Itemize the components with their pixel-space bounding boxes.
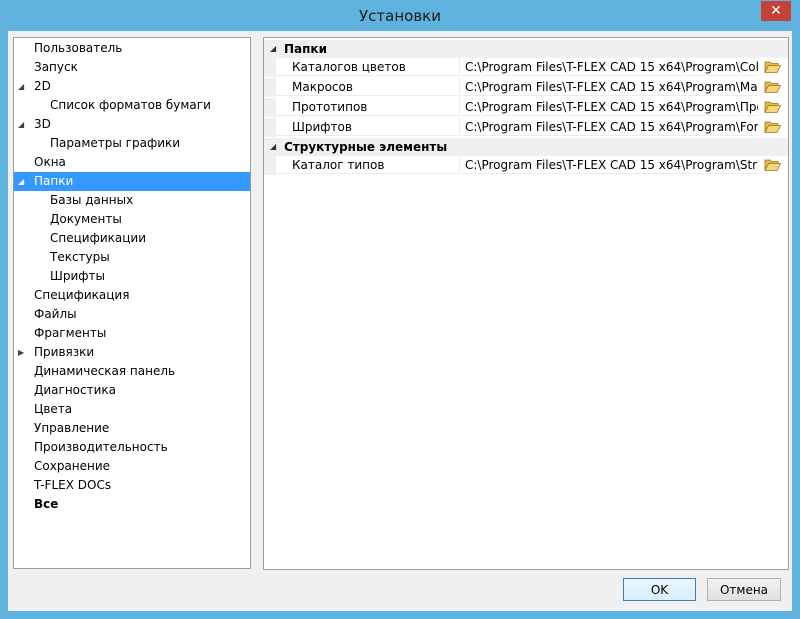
tree-item[interactable]: Файлы <box>14 305 250 324</box>
tree-item[interactable]: Текстуры <box>14 248 250 267</box>
tree-item[interactable]: Параметры графики <box>14 134 250 153</box>
tree-item[interactable]: Все <box>14 495 250 514</box>
category-label: Папки <box>284 42 327 56</box>
property-value[interactable]: C:\Program Files\T-FLEX CAD 15 x64\Progr… <box>461 118 758 136</box>
property-category[interactable]: ◢ Папки <box>264 40 788 58</box>
collapsed-triangle-icon[interactable]: ▶ <box>18 343 28 362</box>
property-value[interactable]: C:\Program Files\T-FLEX CAD 15 x64\Progr… <box>461 78 758 96</box>
property-row[interactable]: Макросов C:\Program Files\T-FLEX CAD 15 x… <box>264 78 788 97</box>
tree-item[interactable]: Диагностика <box>14 381 250 400</box>
tree-item-label: Папки <box>34 174 74 188</box>
tree-item-label: Управление <box>34 421 110 435</box>
tree-item[interactable]: Динамическая панель <box>14 362 250 381</box>
dialog-client-area: Пользователь Запуск ◢ 2D Список форматов бум… <box>8 31 792 611</box>
row-gutter <box>264 118 276 137</box>
tree-item-label: 2D <box>34 79 51 93</box>
property-name: Шрифтов <box>276 118 460 136</box>
tree-item-label: Диагностика <box>34 383 117 397</box>
tree-item-label: Текстуры <box>50 250 110 264</box>
row-gutter <box>264 78 276 97</box>
settings-tree[interactable]: Пользователь Запуск ◢ 2D Список форматов бум… <box>13 37 251 569</box>
tree-item[interactable]: Спецификация <box>14 286 250 305</box>
property-name: Прототипов <box>276 98 460 116</box>
tree-item-label: Все <box>34 497 59 511</box>
expanded-triangle-icon[interactable]: ◢ <box>270 138 276 156</box>
tree-item[interactable]: Сохранение <box>14 457 250 476</box>
tree-item-label: Запуск <box>34 60 78 74</box>
property-row[interactable]: Шрифтов C:\Program Files\T-FLEX CAD 15 x6… <box>264 118 788 137</box>
cancel-button[interactable]: Отмена <box>707 578 781 601</box>
tree-item[interactable]: Базы данных <box>14 191 250 210</box>
tree-item[interactable]: Документы <box>14 210 250 229</box>
property-grid[interactable]: ◢ Папки Каталогов цветов C:\Program Files\T… <box>263 37 789 570</box>
folder-open-icon[interactable] <box>764 158 782 172</box>
folder-open-icon[interactable] <box>764 60 782 74</box>
expanded-triangle-icon[interactable]: ◢ <box>18 172 28 191</box>
tree-item-label: Список форматов бумаги <box>50 98 211 112</box>
row-gutter <box>264 156 276 175</box>
property-name: Каталог типов <box>276 156 460 174</box>
tree-item-label: Шрифты <box>50 269 105 283</box>
property-row[interactable]: Каталогов цветов C:\Program Files\T-FLEX … <box>264 58 788 77</box>
tree-item-label: Параметры графики <box>50 136 181 150</box>
folder-open-icon[interactable] <box>764 100 782 114</box>
ok-button[interactable]: OK <box>623 578 696 601</box>
tree-item-label: Сохранение <box>34 459 111 473</box>
tree-item[interactable]: Управление <box>14 419 250 438</box>
expanded-triangle-icon[interactable]: ◢ <box>18 115 28 134</box>
tree-item-label: Пользователь <box>34 41 123 55</box>
property-value[interactable]: C:\Program Files\T-FLEX CAD 15 x64\Progr… <box>461 58 758 76</box>
tree-item[interactable]: Список форматов бумаги <box>14 96 250 115</box>
expanded-triangle-icon[interactable]: ◢ <box>270 40 276 58</box>
tree-item[interactable]: Спецификации <box>14 229 250 248</box>
tree-item[interactable]: Производительность <box>14 438 250 457</box>
category-label: Структурные элементы <box>284 140 448 154</box>
property-category[interactable]: ◢ Структурные элементы <box>264 138 788 156</box>
tree-item[interactable]: Окна <box>14 153 250 172</box>
tree-item[interactable]: Пользователь <box>14 39 250 58</box>
tree-item-label: Спецификация <box>34 288 130 302</box>
tree-item-label: Производительность <box>34 440 168 454</box>
tree-item[interactable]: ◢ 3D <box>14 115 250 134</box>
property-value[interactable]: C:\Program Files\T-FLEX CAD 15 x64\Progr… <box>461 98 758 116</box>
property-name: Макросов <box>276 78 460 96</box>
tree-item-label: Базы данных <box>50 193 134 207</box>
folder-open-icon[interactable] <box>764 80 782 94</box>
tree-item-label: Цвета <box>34 402 73 416</box>
close-icon: ✕ <box>770 3 782 19</box>
tree-item[interactable]: T-FLEX DOCs <box>14 476 250 495</box>
tree-item-label: Спецификации <box>50 231 146 245</box>
tree-item[interactable]: Фрагменты <box>14 324 250 343</box>
tree-item[interactable]: Запуск <box>14 58 250 77</box>
tree-item[interactable]: ◢ 2D <box>14 77 250 96</box>
tree-item-label: Фрагменты <box>34 326 107 340</box>
property-value[interactable]: C:\Program Files\T-FLEX CAD 15 x64\Progr… <box>461 156 758 174</box>
tree-item[interactable]: Шрифты <box>14 267 250 286</box>
tree-item-label: Окна <box>34 155 66 169</box>
folder-open-icon[interactable] <box>764 120 782 134</box>
tree-item-label: Файлы <box>34 307 77 321</box>
tree-item-label: Динамическая панель <box>34 364 176 378</box>
row-gutter <box>264 98 276 117</box>
window-title: Установки <box>359 7 441 25</box>
tree-item[interactable]: ◢ Папки <box>14 172 250 191</box>
property-row[interactable]: Прототипов C:\Program Files\T-FLEX CAD 15… <box>264 98 788 117</box>
title-bar[interactable]: Установки ✕ <box>0 0 800 31</box>
settings-window: Установки ✕ Пользователь Запуск ◢ 2D Список … <box>0 0 800 619</box>
row-gutter <box>264 58 276 77</box>
expanded-triangle-icon[interactable]: ◢ <box>18 77 28 96</box>
tree-item-label: 3D <box>34 117 51 131</box>
property-name: Каталогов цветов <box>276 58 460 76</box>
close-button[interactable]: ✕ <box>761 1 791 21</box>
property-row[interactable]: Каталог типов C:\Program Files\T-FLEX CAD… <box>264 156 788 175</box>
tree-item-label: Документы <box>50 212 122 226</box>
tree-item-label: Привязки <box>34 345 95 359</box>
tree-item[interactable]: Цвета <box>14 400 250 419</box>
tree-item-label: T-FLEX DOCs <box>34 478 112 492</box>
tree-item[interactable]: ▶ Привязки <box>14 343 250 362</box>
